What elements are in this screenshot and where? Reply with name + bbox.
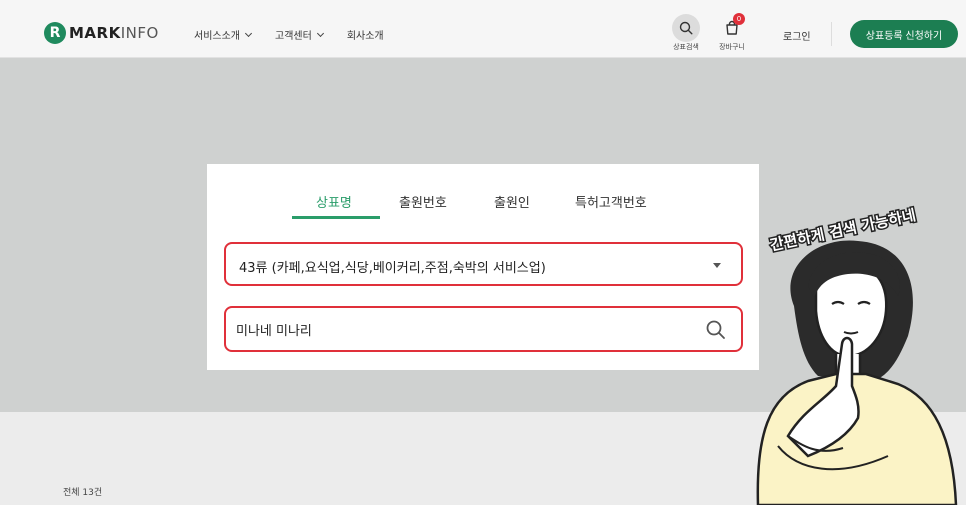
search-tabs: 상표명 출원번호 출원인 특허고객번호 <box>207 192 759 220</box>
cart-count-badge: 0 <box>733 13 745 25</box>
nav-service[interactable]: 서비스소개 <box>194 27 253 42</box>
nav-company[interactable]: 회사소개 <box>347 27 384 42</box>
tab-applicant[interactable]: 출원인 <box>494 192 530 211</box>
cart-icon: 0 <box>718 13 746 42</box>
class-select-value: 43류 (카페,요식업,식당,베이커리,주점,숙박의 서비스업) <box>239 261 546 276</box>
site-header: R MARKINFO 서비스소개 고객센터 회사소개 상표검색 0 장바구니 로… <box>0 0 966 58</box>
login-link[interactable]: 로그인 <box>783 28 811 43</box>
trademark-search-box <box>224 306 743 352</box>
search-panel: 상표명 출원번호 출원인 특허고객번호 43류 (카페,요식업,식당,베이커리,… <box>207 164 759 370</box>
tab-patent-customer-number[interactable]: 특허고객번호 <box>575 192 647 211</box>
register-trademark-button[interactable]: 상표등록 신청하기 <box>850 20 958 48</box>
logo[interactable]: R MARKINFO <box>44 20 159 46</box>
logo-text: MARKINFO <box>69 24 159 42</box>
chevron-down-icon <box>316 29 324 37</box>
header-divider <box>831 22 832 46</box>
search-label: 상표검색 <box>673 43 699 51</box>
results-total: 전체 13건 <box>63 488 103 498</box>
class-select[interactable]: 43류 (카페,요식업,식당,베이커리,주점,숙박의 서비스업) <box>224 242 743 286</box>
header-cart-button[interactable]: 0 장바구니 <box>718 13 746 52</box>
tab-application-number[interactable]: 출원번호 <box>399 192 447 211</box>
main-nav: 서비스소개 고객센터 회사소개 <box>194 27 408 42</box>
thinking-woman-illustration: 간편하게 검색 가능하네 <box>756 204 958 505</box>
nav-support[interactable]: 고객센터 <box>275 27 324 42</box>
chevron-down-icon <box>244 29 253 37</box>
trademark-search-input[interactable] <box>236 317 676 341</box>
tab-trademark-name[interactable]: 상표명 <box>316 192 352 211</box>
header-search-button[interactable]: 상표검색 <box>672 14 700 52</box>
search-icon <box>672 14 700 42</box>
caret-down-icon <box>713 263 721 268</box>
search-submit-icon[interactable] <box>705 319 727 341</box>
active-tab-indicator <box>292 216 380 219</box>
logo-mark: R <box>44 22 66 44</box>
cart-label: 장바구니 <box>719 43 745 51</box>
